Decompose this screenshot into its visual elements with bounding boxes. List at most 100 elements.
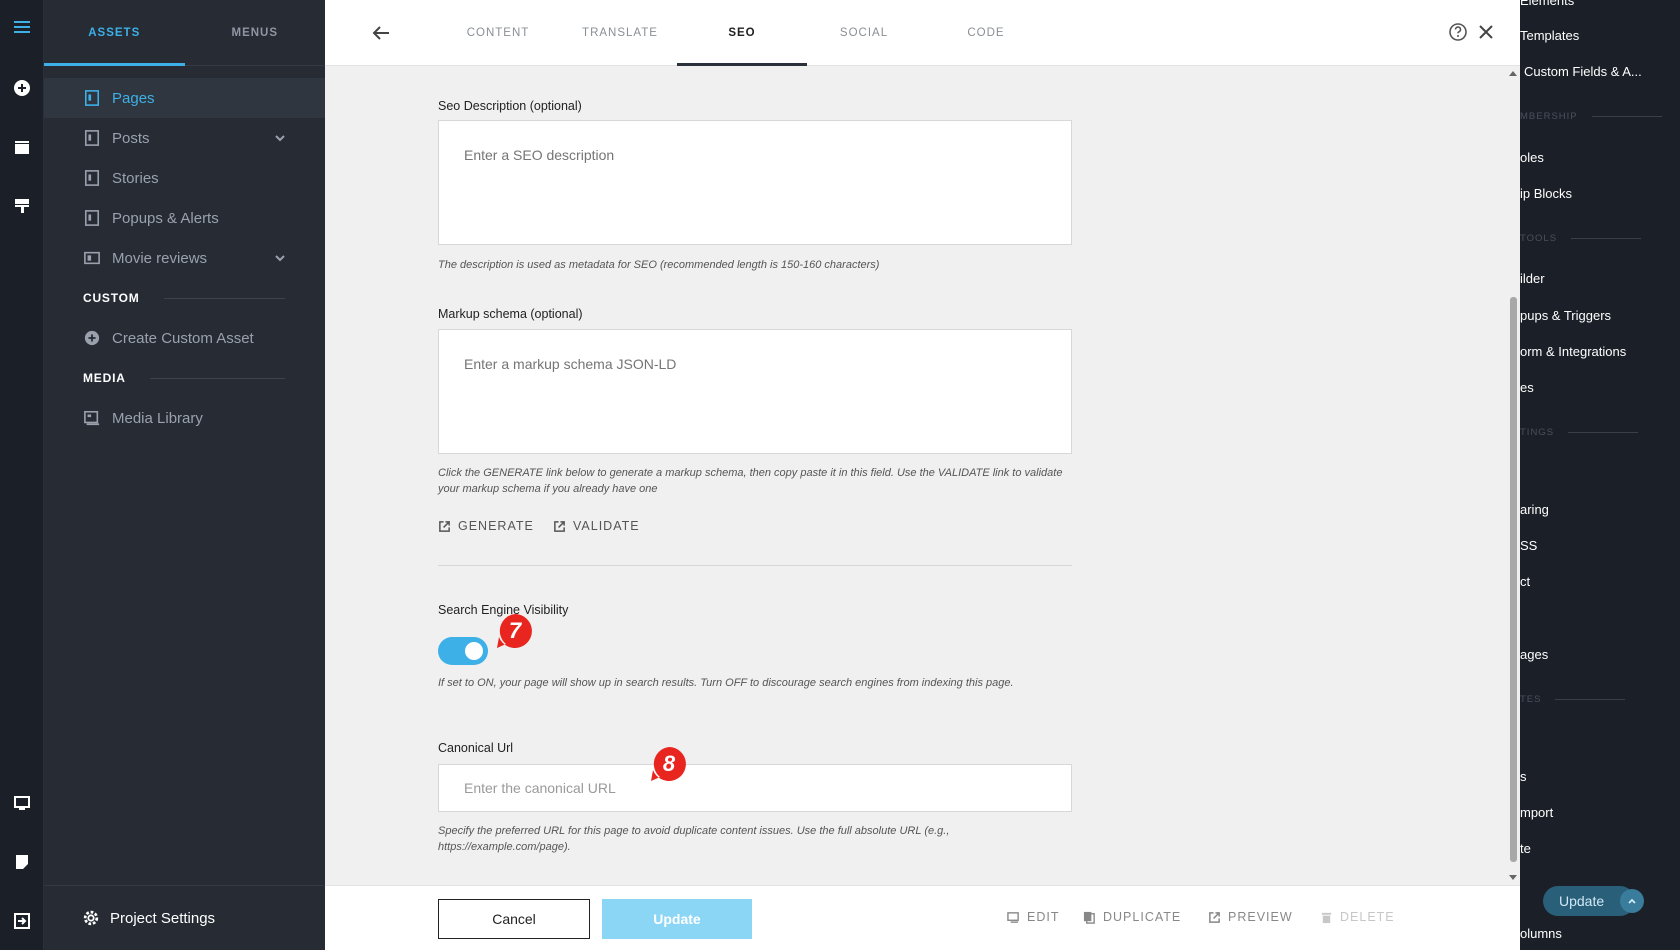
sidebar-item-label: Media Library	[112, 409, 203, 427]
image-icon	[83, 409, 101, 427]
section-divider	[438, 565, 1072, 566]
bg-item-ct[interactable]: ct	[1520, 574, 1530, 589]
assets-sidebar: ASSETS MENUS Pages Posts Stories Popups …	[44, 0, 325, 950]
trash-icon	[1321, 912, 1332, 923]
seo-description-field[interactable]	[438, 120, 1072, 245]
update-button[interactable]: Update	[602, 899, 752, 939]
sidebar-item-pages[interactable]: Pages	[44, 78, 325, 118]
sidebar-item-movie-reviews[interactable]: Movie reviews	[44, 238, 325, 278]
chevron-down-icon[interactable]	[273, 131, 287, 145]
tab-code[interactable]: CODE	[921, 0, 1051, 66]
chevron-down-icon[interactable]	[273, 251, 287, 265]
sidebar-item-media-library[interactable]: Media Library	[44, 398, 325, 438]
sidebar-item-posts[interactable]: Posts	[44, 118, 325, 158]
bg-section-settings: TINGS	[1520, 427, 1638, 438]
add-icon[interactable]	[8, 74, 36, 102]
add-circle-icon	[83, 329, 101, 347]
chevron-up-icon[interactable]	[1620, 889, 1644, 913]
bg-item-templates[interactable]: Templates	[1520, 28, 1579, 43]
tab-seo[interactable]: SEO	[677, 0, 807, 66]
edit-label: EDIT	[1027, 910, 1060, 924]
bg-section-tools: TOOLS	[1520, 233, 1641, 244]
canonical-url-input[interactable]	[438, 764, 1072, 812]
markup-schema-field[interactable]	[438, 329, 1072, 454]
seo-description-label: Seo Description (optional)	[438, 99, 582, 113]
tab-menus[interactable]: MENUS	[185, 0, 326, 65]
back-arrow-icon[interactable]	[369, 21, 393, 45]
collection-icon	[83, 249, 101, 267]
preview-label: PREVIEW	[1228, 910, 1293, 924]
bg-item-import[interactable]: mport	[1520, 805, 1553, 820]
bg-item-languages[interactable]: ages	[1520, 647, 1548, 662]
generate-link[interactable]: GENERATE	[438, 519, 534, 533]
bg-section-sites: TES	[1520, 694, 1625, 705]
sidebar-item-popups-alerts[interactable]: Popups & Alerts	[44, 198, 325, 238]
exit-icon[interactable]	[8, 907, 36, 935]
bg-item-custom-fields[interactable]: Custom Fields & A...	[1524, 64, 1642, 79]
seo-description-hint: The description is used as metadata for …	[438, 259, 880, 271]
project-settings-button[interactable]: Project Settings	[44, 885, 325, 950]
bg-item-membership-blocks[interactable]: ip Blocks	[1520, 186, 1572, 201]
edit-button[interactable]: EDIT	[1007, 910, 1059, 924]
scroll-down-arrow[interactable]	[1509, 875, 1517, 880]
toggle-knob	[465, 642, 483, 660]
sidebar-item-label: Pages	[112, 89, 155, 107]
note-icon[interactable]	[8, 848, 36, 876]
external-link-icon	[439, 520, 450, 532]
sidebar-item-label: Stories	[112, 169, 159, 187]
preview-button[interactable]: PREVIEW	[1208, 910, 1293, 924]
page-settings-panel: CONTENT TRANSLATE SEO SOCIAL CODE Seo De…	[325, 0, 1520, 950]
seo-form: Seo Description (optional) The descripti…	[325, 67, 1520, 885]
bg-item-elements[interactable]: Elements	[1520, 0, 1574, 8]
markup-schema-label: Markup schema (optional)	[438, 307, 583, 321]
divider	[163, 297, 285, 299]
bg-item-roles[interactable]: oles	[1520, 150, 1544, 165]
page-icon	[83, 89, 101, 107]
tab-content[interactable]: CONTENT	[433, 0, 563, 66]
paint-roller-icon[interactable]	[8, 192, 36, 220]
bg-item-te[interactable]: te	[1520, 841, 1531, 856]
generate-label: GENERATE	[458, 519, 534, 533]
sidebar-tabs: ASSETS MENUS	[44, 0, 325, 66]
bg-item-sharing[interactable]: aring	[1520, 502, 1549, 517]
bg-item-es[interactable]: es	[1520, 380, 1534, 395]
bg-item-s[interactable]: s	[1520, 769, 1527, 784]
delete-button[interactable]: DELETE	[1320, 910, 1395, 924]
create-custom-asset-button[interactable]: Create Custom Asset	[44, 318, 325, 358]
icon-rail	[0, 0, 44, 950]
cancel-button[interactable]: Cancel	[438, 899, 590, 939]
tab-social[interactable]: SOCIAL	[799, 0, 929, 66]
bg-item-builder[interactable]: ilder	[1520, 271, 1545, 286]
layers-icon[interactable]	[8, 133, 36, 161]
desktop-preview-icon[interactable]	[8, 789, 36, 817]
help-icon[interactable]	[1448, 22, 1468, 42]
validate-link[interactable]: VALIDATE	[553, 519, 640, 533]
project-settings-label: Project Settings	[110, 909, 216, 927]
scroll-thumb[interactable]	[1510, 297, 1517, 862]
search-visibility-toggle[interactable]	[438, 637, 488, 665]
duplicate-icon	[1083, 911, 1095, 924]
bg-item-columns[interactable]: olumns	[1520, 926, 1562, 941]
panel-header: CONTENT TRANSLATE SEO SOCIAL CODE	[325, 0, 1520, 66]
sidebar-item-label: Popups & Alerts	[112, 209, 219, 227]
canonical-url-label: Canonical Url	[438, 741, 514, 755]
tab-assets[interactable]: ASSETS	[44, 0, 185, 66]
section-custom: CUSTOM	[44, 278, 325, 318]
validate-label: VALIDATE	[573, 519, 640, 533]
section-label: CUSTOM	[83, 291, 140, 305]
bg-item-css[interactable]: SS	[1520, 538, 1537, 553]
close-icon[interactable]	[1475, 21, 1497, 43]
bg-item-form-integrations[interactable]: orm & Integrations	[1520, 344, 1626, 359]
hamburger-menu-icon[interactable]	[8, 13, 36, 41]
markup-schema-hint: Click the GENERATE link below to generat…	[438, 467, 1063, 495]
duplicate-button[interactable]: DUPLICATE	[1083, 910, 1181, 924]
bg-item-popups-triggers[interactable]: pups & Triggers	[1520, 308, 1611, 323]
external-link-icon	[554, 520, 565, 532]
scroll-up-arrow[interactable]	[1509, 71, 1517, 76]
sidebar-item-stories[interactable]: Stories	[44, 158, 325, 198]
duplicate-label: DUPLICATE	[1103, 910, 1182, 924]
tab-translate[interactable]: TRANSLATE	[555, 0, 685, 66]
panel-scrollbar[interactable]	[1507, 67, 1519, 885]
background-sidebar: Elements Templates Custom Fields & A... …	[1520, 0, 1680, 950]
annotation-marker-8: 8	[650, 745, 688, 783]
